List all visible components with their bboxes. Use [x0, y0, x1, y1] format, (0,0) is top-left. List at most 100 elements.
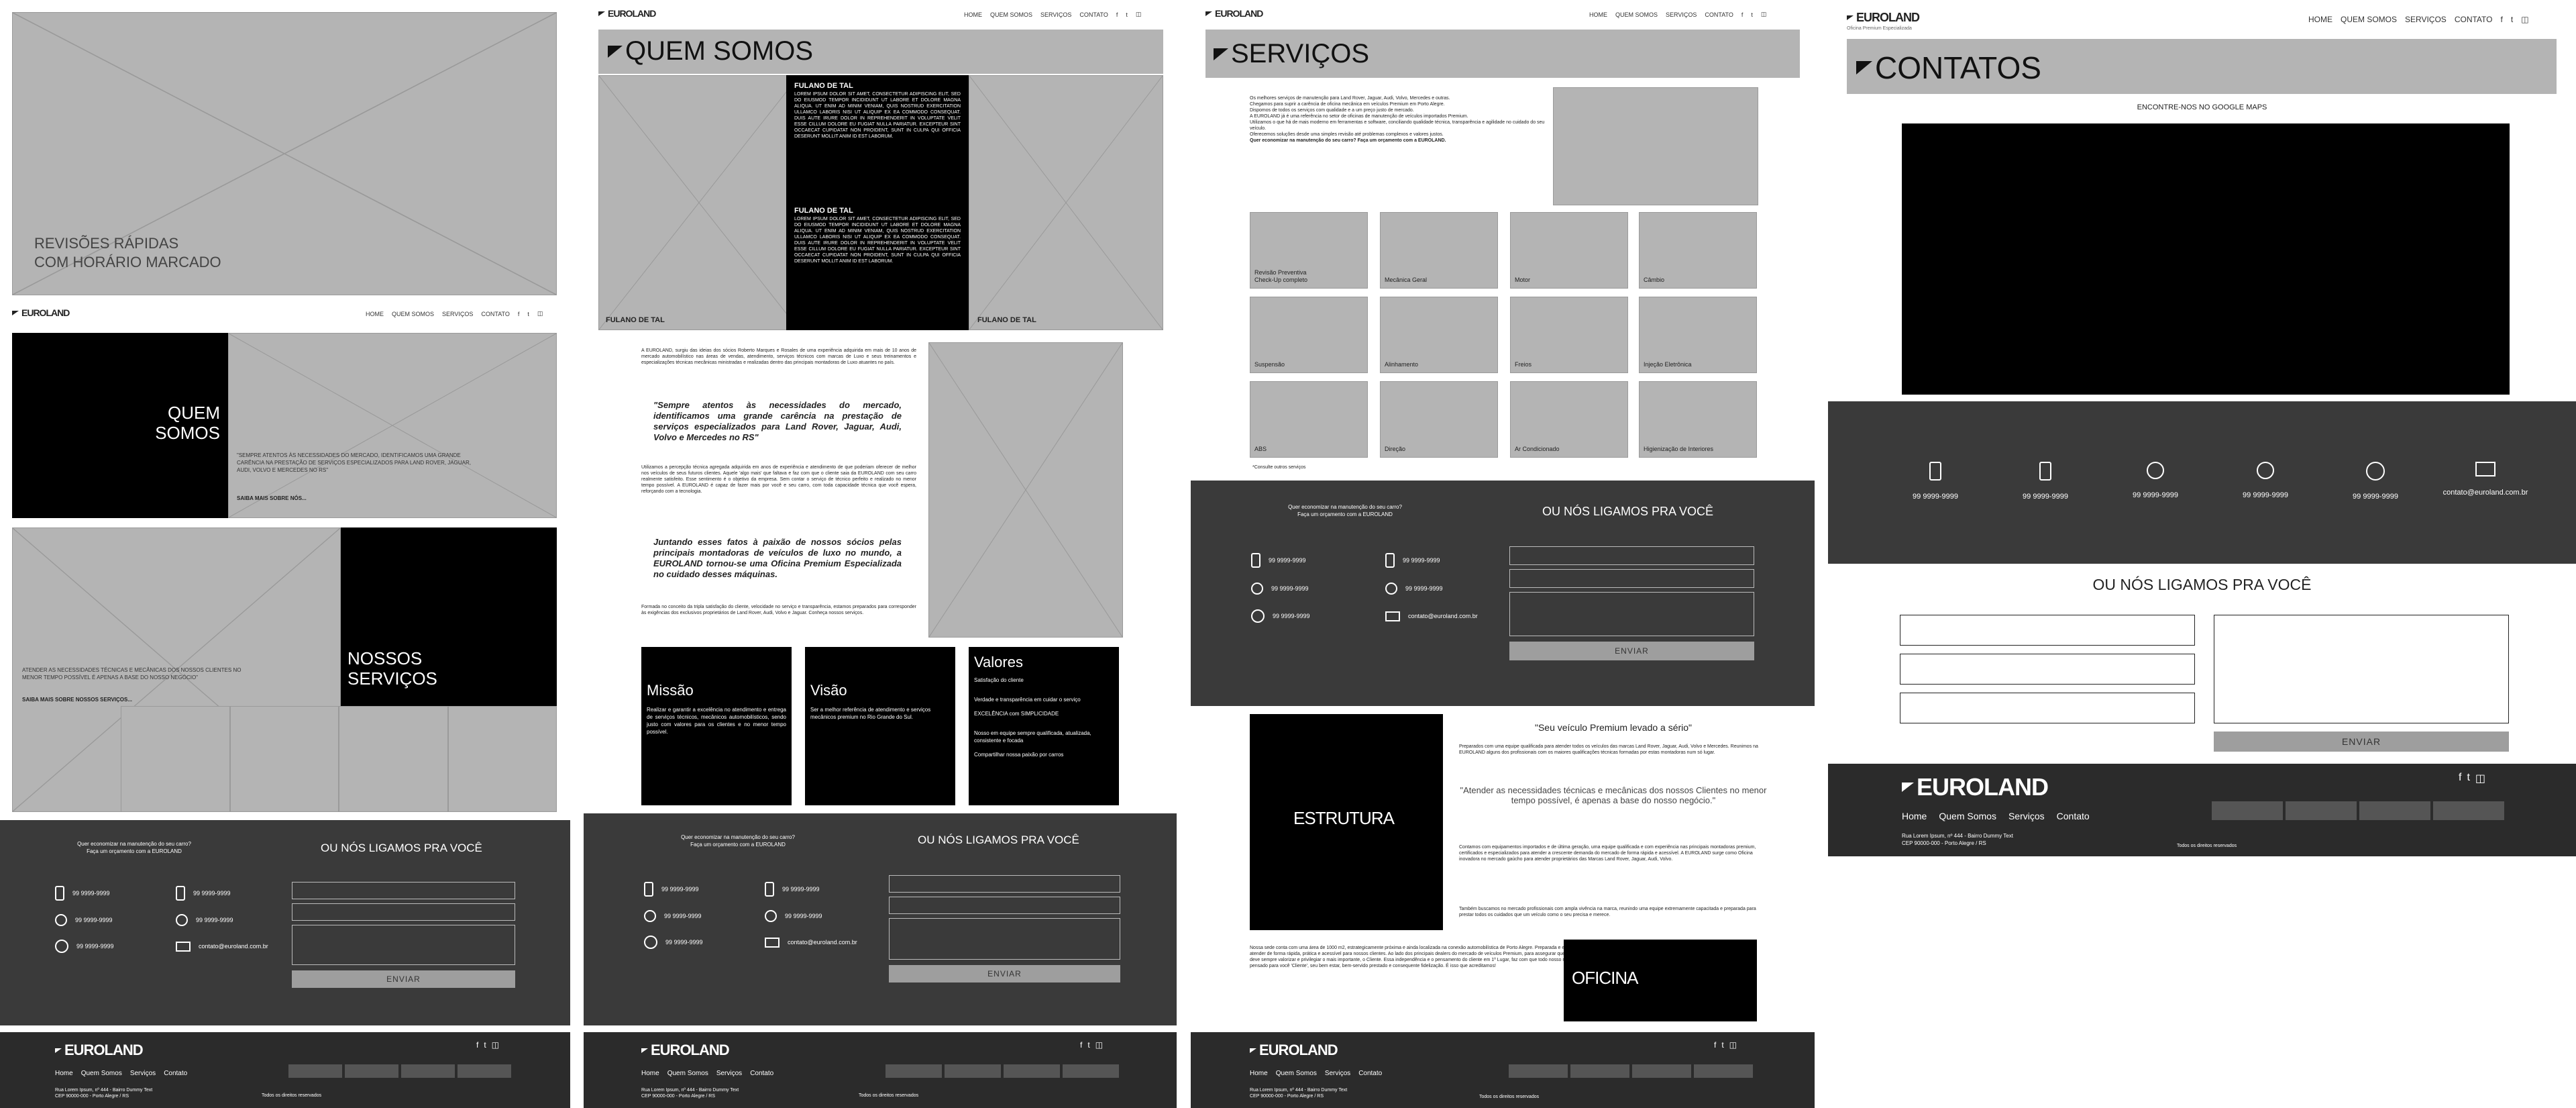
contact-item[interactable]: 99 9999-9999 — [2218, 462, 2312, 501]
footer-button[interactable] — [401, 1064, 455, 1078]
whatsapp-item[interactable]: 99 9999-9999 — [1251, 609, 1385, 623]
service-thumb[interactable] — [229, 706, 339, 812]
instagram-icon[interactable]: ◫ — [1761, 11, 1767, 18]
name-field[interactable] — [1509, 546, 1754, 565]
send-button[interactable]: ENVIAR — [889, 965, 1120, 983]
contact-item[interactable]: 99 9999-9999 — [2328, 462, 2422, 501]
logo[interactable]: EUROLAND — [12, 307, 70, 318]
phone-item[interactable]: 99 9999-9999 — [1251, 583, 1385, 595]
service-tile-revisao[interactable]: Revisão Preventiva Check-Up completo — [1250, 212, 1368, 289]
send-button[interactable]: ENVIAR — [2214, 732, 2509, 752]
service-tile-mecanica[interactable]: Mecânica Geral — [1380, 212, 1498, 289]
phone-field[interactable] — [1900, 693, 2195, 723]
phone-item[interactable]: 99 9999-9999 — [644, 882, 765, 897]
logo[interactable]: EUROLAND — [1847, 11, 1920, 25]
footer-nav-home[interactable]: Home — [1902, 811, 1927, 821]
twitter-icon[interactable]: t — [1721, 1040, 1723, 1050]
service-tile-alinhamento[interactable]: Alinhamento — [1380, 297, 1498, 373]
service-tile-injecao[interactable]: Injeção Eletrônica — [1639, 297, 1757, 373]
phone-item[interactable]: 99 9999-9999 — [55, 886, 176, 901]
footer-button[interactable] — [2286, 801, 2357, 820]
nav-contact[interactable]: CONTATO — [1079, 11, 1108, 18]
phone-field[interactable] — [292, 903, 515, 921]
facebook-icon[interactable]: f — [2459, 772, 2461, 785]
service-tile-ar[interactable]: Ar Condicionado — [1510, 381, 1628, 458]
service-tile-motor[interactable]: Motor — [1510, 212, 1628, 289]
nav-home[interactable]: HOME — [366, 311, 384, 317]
footer-button[interactable] — [1509, 1064, 1568, 1078]
footer-button[interactable] — [1063, 1064, 1119, 1078]
footer-button[interactable] — [1004, 1064, 1060, 1078]
twitter-icon[interactable]: t — [1126, 11, 1128, 18]
footer-button[interactable] — [2359, 801, 2430, 820]
service-thumb[interactable] — [447, 706, 557, 812]
footer-logo[interactable]: EUROLAND — [1250, 1042, 1338, 1059]
nav-home[interactable]: HOME — [2308, 15, 2332, 24]
service-thumb[interactable] — [339, 706, 448, 812]
whatsapp-item[interactable]: 99 9999-9999 — [55, 940, 176, 953]
service-tile-abs[interactable]: ABS — [1250, 381, 1368, 458]
nav-contact[interactable]: CONTATO — [1705, 11, 1733, 18]
phone-item[interactable]: 99 9999-9999 — [644, 910, 765, 922]
service-tile-cambio[interactable]: Câmbio — [1639, 212, 1757, 289]
email-item[interactable]: contato@euroland.com.br — [176, 940, 297, 953]
service-tile-direcao[interactable]: Direção — [1380, 381, 1498, 458]
nav-about[interactable]: QUEM SOMOS — [990, 11, 1032, 18]
contact-item[interactable]: contato@euroland.com.br — [2438, 462, 2532, 501]
facebook-icon[interactable]: f — [1116, 11, 1118, 18]
phone-field[interactable] — [1509, 569, 1754, 588]
send-button[interactable]: ENVIAR — [292, 970, 515, 988]
email-field[interactable] — [1900, 654, 2195, 685]
nav-home[interactable]: HOME — [964, 11, 982, 18]
service-thumb[interactable] — [121, 706, 230, 812]
name-field[interactable] — [1900, 615, 2195, 646]
footer-nav-services[interactable]: Serviços — [1325, 1070, 1350, 1077]
footer-nav-contact[interactable]: Contato — [1358, 1070, 1382, 1077]
message-field[interactable] — [2214, 615, 2509, 723]
nav-services[interactable]: SERVIÇOS — [1040, 11, 1071, 18]
footer-nav-services[interactable]: Serviços — [716, 1070, 742, 1077]
contact-item[interactable]: 99 9999-9999 — [1888, 462, 1982, 501]
instagram-icon[interactable]: ◫ — [492, 1040, 499, 1050]
phone-item[interactable]: 99 9999-9999 — [1251, 553, 1385, 568]
twitter-icon[interactable]: t — [484, 1040, 486, 1050]
google-map[interactable] — [1902, 123, 2510, 395]
whatsapp-item[interactable]: 99 9999-9999 — [644, 936, 765, 949]
service-tile-freios[interactable]: Freios — [1510, 297, 1628, 373]
contact-item[interactable]: 99 9999-9999 — [2108, 462, 2202, 501]
footer-nav-about[interactable]: Quem Somos — [667, 1070, 708, 1077]
footer-button[interactable] — [1570, 1064, 1629, 1078]
twitter-icon[interactable]: t — [1751, 11, 1753, 18]
email-item[interactable]: contato@euroland.com.br — [765, 936, 885, 949]
services-more-link[interactable]: SAIBA MAIS SOBRE NOSSOS SERVIÇOS... — [22, 696, 132, 703]
footer-nav-about[interactable]: Quem Somos — [1939, 811, 1996, 821]
footer-button[interactable] — [1694, 1064, 1753, 1078]
footer-button[interactable] — [288, 1064, 342, 1078]
footer-nav-home[interactable]: Home — [1250, 1070, 1268, 1077]
instagram-icon[interactable]: ◫ — [2521, 15, 2528, 24]
send-button[interactable]: ENVIAR — [1509, 642, 1754, 660]
footer-nav-services[interactable]: Serviços — [2008, 811, 2045, 821]
nav-services[interactable]: SERVIÇOS — [1666, 11, 1697, 18]
nav-contact[interactable]: CONTATO — [481, 311, 510, 317]
instagram-icon[interactable]: ◫ — [1136, 11, 1142, 18]
service-tile-suspensao[interactable]: Suspensão — [1250, 297, 1368, 373]
logo[interactable]: EUROLAND — [598, 8, 656, 19]
footer-nav-home[interactable]: Home — [55, 1070, 73, 1077]
twitter-icon[interactable]: t — [1087, 1040, 1089, 1050]
phone-item[interactable]: 99 9999-9999 — [1385, 553, 1519, 568]
nav-about[interactable]: QUEM SOMOS — [392, 311, 434, 317]
twitter-icon[interactable]: t — [527, 311, 529, 317]
footer-nav-contact[interactable]: Contato — [750, 1070, 773, 1077]
nav-contact[interactable]: CONTATO — [2455, 15, 2493, 24]
name-field[interactable] — [889, 875, 1120, 893]
phone-item[interactable]: 99 9999-9999 — [765, 910, 885, 922]
phone-item[interactable]: 99 9999-9999 — [765, 882, 885, 897]
nav-services[interactable]: SERVIÇOS — [2405, 15, 2447, 24]
instagram-icon[interactable]: ◫ — [537, 310, 543, 317]
instagram-icon[interactable]: ◫ — [1729, 1040, 1737, 1050]
phone-field[interactable] — [889, 897, 1120, 914]
service-tile-higienizacao[interactable]: Higienização de Interiores — [1639, 381, 1757, 458]
facebook-icon[interactable]: f — [2501, 15, 2503, 24]
nav-about[interactable]: QUEM SOMOS — [2341, 15, 2397, 24]
